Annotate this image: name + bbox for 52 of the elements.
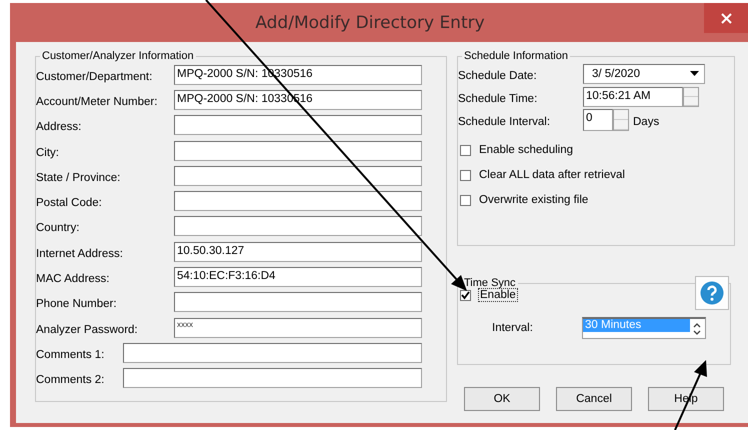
unit-label: Days xyxy=(633,116,660,128)
input-field[interactable] xyxy=(123,368,422,388)
field-label: Comments 2: xyxy=(36,374,106,386)
input-field[interactable] xyxy=(174,216,422,236)
field-label: Internet Address: xyxy=(36,248,124,260)
checkbox-label: Overwrite existing file xyxy=(479,194,588,206)
time-field[interactable]: 10:56:21 AM xyxy=(583,86,683,106)
input-field[interactable] xyxy=(174,166,422,186)
input-field[interactable]: 10.50.30.127 xyxy=(174,242,422,262)
input-field[interactable] xyxy=(174,191,422,212)
question-icon xyxy=(700,281,724,305)
field-label: MAC Address: xyxy=(36,273,110,286)
dropdown-icon xyxy=(690,71,699,76)
input-field[interactable]: 54:10:EC:F3:16:D4 xyxy=(174,267,422,288)
input-field[interactable] xyxy=(174,292,422,312)
field-label: Phone Number: xyxy=(36,298,118,310)
dialog-button[interactable]: OK xyxy=(464,387,540,411)
checkbox-label: Enable scheduling xyxy=(479,144,573,156)
field-label: Address: xyxy=(36,121,82,134)
field-label: Schedule Time: xyxy=(458,92,538,104)
checkbox[interactable] xyxy=(460,194,471,206)
checkbox-label: Enable xyxy=(479,289,517,301)
group-title: Schedule Information xyxy=(463,50,569,62)
field-label: City: xyxy=(36,146,60,159)
field-label: Comments 1: xyxy=(36,348,106,361)
input-field[interactable]: xxxx xyxy=(174,318,422,338)
help-button[interactable] xyxy=(695,276,729,310)
date-picker[interactable]: 3/ 5/2020 xyxy=(583,64,705,84)
window-title: Add/Modify Directory Entry xyxy=(254,12,486,32)
field-label: Interval: xyxy=(492,322,534,334)
group-title: Customer/Analyzer Information xyxy=(41,50,195,62)
checkbox-label: Clear ALL data after retrieval xyxy=(479,169,625,181)
dialog-button[interactable]: Cancel xyxy=(556,387,632,411)
group-title: Time Sync xyxy=(463,277,517,289)
field-label: Customer/Department: xyxy=(36,70,154,83)
scroll-arrows-icon xyxy=(693,322,701,336)
checkbox[interactable] xyxy=(460,290,471,300)
input-field[interactable] xyxy=(123,342,422,363)
field-label: Schedule Date: xyxy=(458,70,538,82)
field-label: Schedule Interval: xyxy=(458,116,552,128)
close-button[interactable] xyxy=(704,3,748,33)
checkbox[interactable] xyxy=(460,170,471,180)
field-label: Account/Meter Number: xyxy=(36,96,158,108)
input-field[interactable] xyxy=(174,115,422,136)
checkbox[interactable] xyxy=(460,144,471,156)
field-label: Postal Code: xyxy=(36,197,103,210)
input-field[interactable]: 0 xyxy=(583,108,613,130)
input-field[interactable] xyxy=(174,140,422,161)
field-label: Country: xyxy=(36,222,80,234)
close-icon xyxy=(720,12,732,24)
field-label: State / Province: xyxy=(36,172,122,184)
field-label: Analyzer Password: xyxy=(36,324,139,336)
